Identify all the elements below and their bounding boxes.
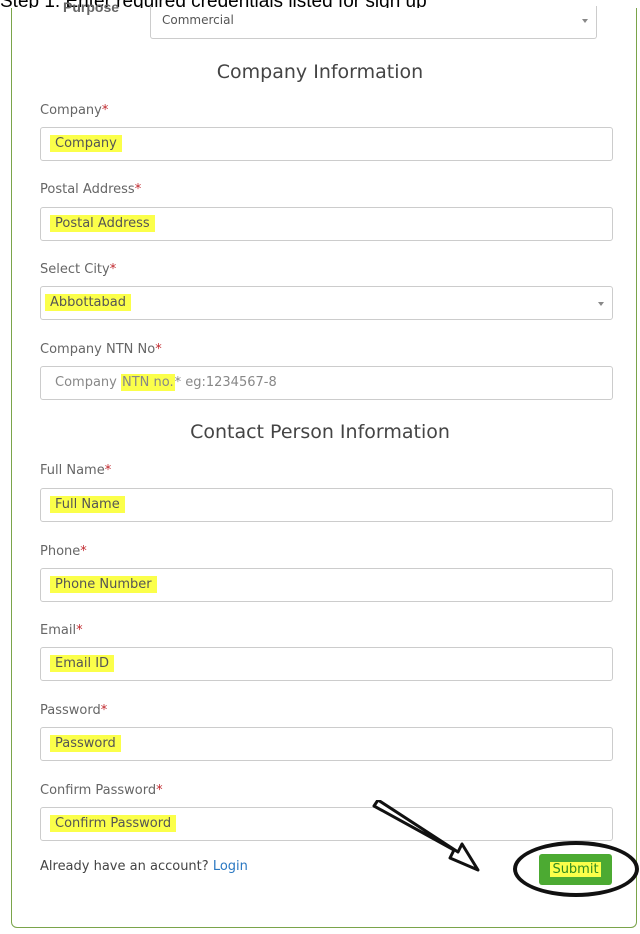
email-label: Email* <box>40 623 83 638</box>
confirm-password-value: Confirm Password <box>50 815 177 832</box>
password-label: Password* <box>40 703 108 718</box>
purpose-value: Commercial <box>162 13 234 27</box>
company-input-value: Company <box>50 135 122 152</box>
login-prompt: Already have an account? Login <box>40 859 248 874</box>
ntn-label: Company NTN No* <box>40 342 162 357</box>
highlight-circle-annotation <box>513 841 639 897</box>
password-value: Password <box>50 735 121 752</box>
phone-value: Phone Number <box>50 576 157 593</box>
city-label: Select City* <box>40 262 117 277</box>
postal-address-label: Postal Address* <box>40 182 142 197</box>
purpose-select[interactable]: Commercial <box>150 6 597 39</box>
email-value: Email ID <box>50 655 115 672</box>
arrow-annotation-icon <box>372 800 480 872</box>
full-name-input[interactable]: Full Name <box>40 488 613 522</box>
postal-address-input[interactable]: Postal Address <box>40 207 613 241</box>
company-input[interactable]: Company <box>40 127 613 161</box>
password-input[interactable]: Password <box>40 727 613 761</box>
postal-address-value: Postal Address <box>50 215 155 232</box>
phone-input[interactable]: Phone Number <box>40 568 613 602</box>
email-input[interactable]: Email ID <box>40 647 613 681</box>
company-label: Company* <box>40 103 109 118</box>
ntn-placeholder: Company NTN no.* eg:1234567-8 <box>55 374 277 391</box>
login-link[interactable]: Login <box>213 859 248 874</box>
city-select[interactable]: Abbottabad <box>40 286 613 320</box>
confirm-password-label: Confirm Password* <box>40 783 163 798</box>
purpose-label: Purpose <box>63 0 120 15</box>
chevron-down-icon <box>582 19 588 23</box>
phone-label: Phone* <box>40 544 87 559</box>
city-select-value: Abbottabad <box>45 294 131 311</box>
contact-section-title: Contact Person Information <box>190 421 450 443</box>
confirm-password-input[interactable]: Confirm Password <box>40 807 613 841</box>
company-section-title: Company Information <box>216 61 424 83</box>
full-name-label: Full Name* <box>40 463 112 478</box>
chevron-down-icon <box>598 302 604 306</box>
ntn-input[interactable]: Company NTN no.* eg:1234567-8 <box>40 366 613 400</box>
full-name-value: Full Name <box>50 496 125 513</box>
